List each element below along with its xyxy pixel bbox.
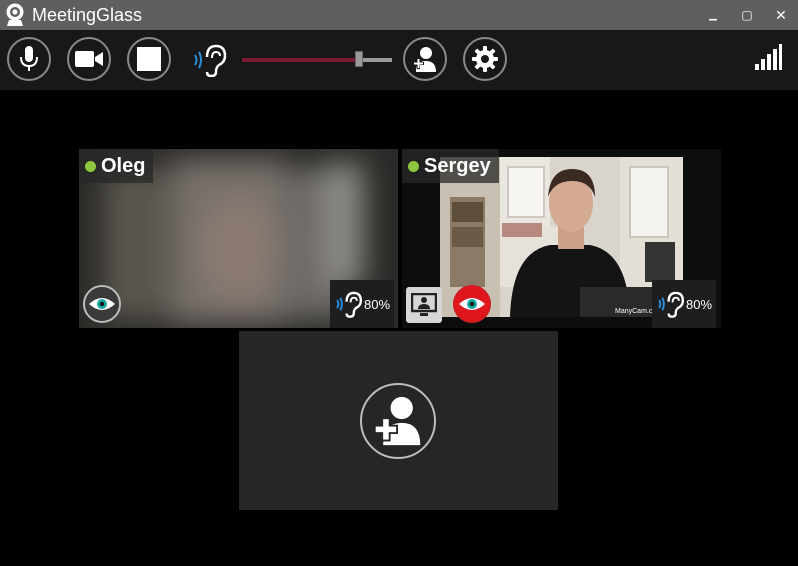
- close-button[interactable]: ✕: [764, 0, 798, 30]
- add-user-icon: [373, 396, 421, 446]
- screen-share-button[interactable]: [406, 287, 442, 323]
- maximize-button[interactable]: ▢: [730, 0, 764, 30]
- screen-share-icon: [411, 293, 437, 316]
- signal-strength-icon: [755, 44, 782, 70]
- participant-name: Sergey: [424, 154, 491, 177]
- participant-name-tag: Oleg: [79, 149, 154, 183]
- microphone-icon: [20, 46, 38, 71]
- watch-toggle-button[interactable]: [453, 285, 491, 323]
- webcam-logo-icon: [4, 3, 26, 27]
- stop-button[interactable]: [127, 37, 171, 81]
- minimize-icon: ▁: [709, 9, 717, 21]
- eye-icon: [89, 298, 115, 310]
- app-title: MeetingGlass: [32, 4, 143, 25]
- video-tile-oleg[interactable]: Oleg 80%: [79, 149, 398, 328]
- minimize-button[interactable]: ▁: [696, 0, 730, 30]
- volume-slider-thumb[interactable]: [355, 51, 363, 67]
- settings-button[interactable]: [463, 37, 507, 81]
- speaker-volume-icon: [658, 291, 685, 318]
- video-camera-button[interactable]: [67, 37, 111, 81]
- watch-toggle-button[interactable]: [83, 285, 121, 323]
- add-user-icon: [413, 47, 436, 72]
- add-participant-tile: [239, 331, 558, 510]
- participant-volume-badge[interactable]: 80%: [330, 280, 395, 328]
- microphone-button[interactable]: [7, 37, 51, 81]
- stop-icon: [137, 47, 161, 71]
- video-tile-sergey[interactable]: ManyCam.com Sergey 80%: [402, 149, 721, 328]
- volume-percent: 80%: [364, 296, 391, 312]
- participant-name-tag: Sergey: [402, 149, 499, 183]
- maximize-icon: ▢: [741, 8, 753, 22]
- volume-slider-fill: [242, 58, 359, 62]
- toolbar: [0, 30, 798, 90]
- participant-volume-badge[interactable]: 80%: [652, 280, 717, 328]
- eye-icon: [459, 298, 485, 310]
- online-status-dot: [85, 160, 96, 172]
- volume-slider[interactable]: [242, 51, 392, 67]
- video-camera-icon: [75, 51, 103, 67]
- close-icon: ✕: [775, 6, 787, 23]
- speaker-volume-icon: [336, 291, 363, 318]
- title-bar: MeetingGlass ▁ ▢ ✕: [0, 0, 798, 30]
- gear-icon: [472, 46, 498, 72]
- speaker-volume-icon: [191, 43, 229, 82]
- volume-slider-track: [359, 58, 392, 62]
- volume-percent: 80%: [686, 296, 713, 312]
- add-participant-button[interactable]: [403, 37, 447, 81]
- participant-name: Oleg: [101, 154, 146, 177]
- online-status-dot: [408, 160, 419, 172]
- add-participant-large-button[interactable]: [360, 383, 436, 459]
